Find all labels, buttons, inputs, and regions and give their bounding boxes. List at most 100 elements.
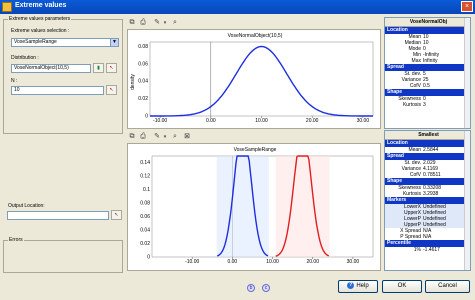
n-select-icon[interactable]: ↖ bbox=[106, 85, 117, 95]
distribution-field[interactable]: VoseNormalObject(10,5) bbox=[11, 64, 91, 73]
output-location-field[interactable] bbox=[7, 211, 109, 220]
output-location-label: Output Location: bbox=[8, 203, 45, 209]
selection-label: Extreme values selection : bbox=[11, 28, 70, 34]
ok-button[interactable]: OK bbox=[382, 280, 422, 293]
output-select-icon[interactable]: ↖ bbox=[111, 210, 122, 220]
panel-row-value: 2.5844 bbox=[423, 147, 439, 153]
cancel-button[interactable]: Cancel bbox=[425, 280, 470, 293]
n-value: 10 bbox=[14, 87, 20, 93]
n-label: N : bbox=[11, 78, 18, 84]
y-tick-label: 0 bbox=[147, 255, 150, 261]
x-tick-label: -10.00 bbox=[153, 118, 167, 124]
window-title: Extreme values bbox=[15, 2, 67, 9]
panel-row-value: Infinity bbox=[423, 58, 438, 64]
print-icon[interactable]: ⎙ bbox=[138, 18, 148, 28]
x-tick-label: 10.00 bbox=[266, 259, 279, 265]
help-button[interactable]: ? Help bbox=[338, 280, 378, 293]
plot-frame bbox=[149, 41, 374, 117]
print-icon[interactable]: ⎙ bbox=[138, 132, 148, 142]
copy-icon[interactable]: ⧉ bbox=[127, 18, 137, 28]
panel-row-value: N/A bbox=[423, 234, 432, 240]
y-tick-label: 0.1 bbox=[143, 187, 150, 193]
params-group: Extreme values parameters bbox=[3, 16, 123, 134]
panel-row: Mean 2.5844 bbox=[385, 147, 470, 153]
panel-scrollbar[interactable] bbox=[464, 18, 470, 128]
panel-row-value: -1.4617 bbox=[423, 247, 440, 253]
distribution-chart-icon[interactable]: ▮ bbox=[93, 63, 104, 73]
panel-row: P Spread N/A bbox=[385, 234, 470, 240]
bottom-chart-plot: -10.00 0.00 10.00 20.00 30.00 0 0.02 0.04 0.06 0.… bbox=[140, 155, 374, 265]
chevron-down-icon[interactable]: ▼ bbox=[110, 39, 118, 46]
x-tick-label: 20.00 bbox=[306, 118, 319, 124]
errors-label: Errors bbox=[8, 237, 24, 243]
top-chart-svg: VoseNormalObject(10,5) density -10.00 0.0… bbox=[130, 33, 374, 124]
panel-section-spread: Spread bbox=[385, 64, 470, 71]
panel-section-percentile: Percentile bbox=[385, 240, 470, 247]
series-1-band bbox=[275, 156, 330, 257]
panel-row-key: CofV bbox=[409, 83, 421, 89]
dropdown-arrow-icon[interactable]: ▾ bbox=[160, 18, 170, 28]
stats-panel-top[interactable]: VoseNormalObj Location Mean 10 Median 10 Mode 0… bbox=[384, 17, 471, 129]
panel-row: CofV 0.5 bbox=[385, 83, 470, 89]
y-tick-label: 0.04 bbox=[140, 228, 150, 234]
panel-row-key: CofV bbox=[409, 172, 421, 178]
panel-section-markers: Markers bbox=[385, 197, 470, 204]
panel-title: Smallest bbox=[385, 131, 470, 140]
panel-section-spread: Spread bbox=[385, 153, 470, 160]
y-tick-label: 0.06 bbox=[140, 214, 150, 220]
distribution-value: VoseNormalObject(10,5) bbox=[14, 65, 69, 71]
distribution-label: Distribution : bbox=[11, 55, 39, 61]
footer-right-icon[interactable]: c bbox=[262, 284, 270, 292]
y-tick-label: 0.14 bbox=[140, 160, 150, 166]
panel-row-value: 0.5 bbox=[423, 83, 430, 89]
help-button-label: Help bbox=[356, 283, 369, 289]
bottom-chart-svg: VoseSampleRange -10.00 0.00 10.00 20.00 30.0… bbox=[140, 147, 374, 265]
window-titlebar: Extreme values × bbox=[0, 0, 475, 14]
panel-row-value: 3.2938 bbox=[423, 191, 439, 197]
x-tick-label: 0.00 bbox=[227, 259, 237, 265]
bottom-chart: VoseSampleRange -10.00 0.00 10.00 20.00 30.0… bbox=[127, 143, 381, 271]
params-group-label: Extreme values parameters bbox=[8, 16, 72, 22]
y-tick-label: 0.06 bbox=[138, 61, 148, 67]
y-tick-label: 0 bbox=[145, 114, 148, 120]
y-tick-label: 0.08 bbox=[140, 201, 150, 207]
series-0-band bbox=[216, 156, 269, 257]
stats-panel-bottom[interactable]: Smallest Location Mean 2.5844 Spread St. dev.… bbox=[384, 130, 471, 271]
panel-row: CofV 0.78511 bbox=[385, 172, 470, 178]
cancel-button-label: Cancel bbox=[438, 283, 457, 289]
x-tick-label: 10.00 bbox=[255, 118, 268, 124]
panel-row-key: P Spread bbox=[400, 234, 421, 240]
top-chart: VoseNormalObject(10,5) density -10.00 0.0… bbox=[127, 29, 381, 129]
x-tick-label: -10.00 bbox=[185, 259, 199, 265]
panel-row-value: 3 bbox=[423, 102, 426, 108]
y-tick-label: 0.08 bbox=[138, 44, 148, 50]
zoom-icon[interactable]: ⌕ bbox=[170, 18, 180, 28]
n-field[interactable]: 10 bbox=[11, 86, 104, 95]
close-icon[interactable]: × bbox=[461, 1, 473, 12]
y-tick-label: 0.02 bbox=[138, 96, 148, 102]
y-tick-label: 0.12 bbox=[140, 174, 150, 180]
panel-row: 1% -1.4617 bbox=[385, 247, 470, 253]
panel-scrollbar[interactable] bbox=[464, 131, 470, 270]
panel-row-key: Kurtosis bbox=[402, 191, 421, 197]
x-tick-label: 20.00 bbox=[306, 259, 319, 265]
y-tick-label: 0.02 bbox=[140, 241, 150, 247]
copy-icon[interactable]: ⧉ bbox=[127, 132, 137, 142]
zoom-icon[interactable]: ⌕ bbox=[170, 132, 180, 142]
panel-row-key: 1% bbox=[413, 247, 421, 253]
panel-section-shape: Shape bbox=[385, 178, 470, 185]
help-icon: ? bbox=[347, 281, 355, 289]
panel-section-location: Location bbox=[385, 27, 470, 34]
top-chart-plot: -10.00 0.00 10.00 20.00 30.00 0 0.02 0.04 0.06 0.… bbox=[138, 41, 374, 124]
series-0-line bbox=[150, 45, 373, 117]
selection-value: VoseSampleRange bbox=[14, 39, 57, 45]
panel-row: Kurtosis 3 bbox=[385, 102, 470, 108]
selection-dropdown[interactable]: VoseSampleRange ▼ bbox=[11, 38, 119, 47]
dropdown-arrow-icon[interactable]: ▾ bbox=[160, 132, 170, 142]
footer-left-icon[interactable]: b bbox=[247, 284, 255, 292]
ok-button-label: OK bbox=[397, 283, 407, 289]
bottom-chart-title: VoseSampleRange bbox=[234, 147, 277, 153]
distribution-select-icon[interactable]: ↖ bbox=[106, 63, 117, 73]
panel-row: Max Infinity bbox=[385, 58, 470, 64]
zoom-reset-icon[interactable]: ⊠ bbox=[182, 132, 192, 142]
